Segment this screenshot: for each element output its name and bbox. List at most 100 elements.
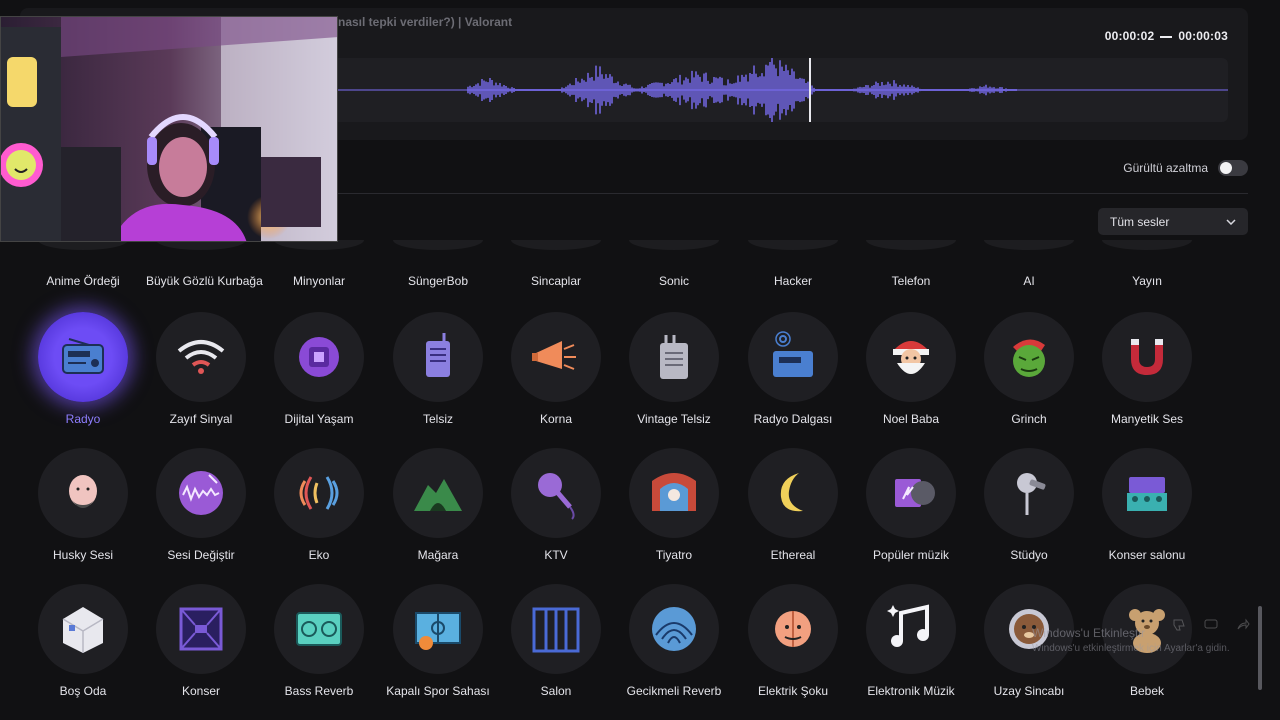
effect-tile[interactable]: Eko [260, 448, 378, 578]
effect-icon-circle [748, 448, 838, 538]
effect-icon-circle [274, 584, 364, 674]
shock-face-icon [775, 611, 811, 647]
effect-tile[interactable]: Manyetik Ses [1088, 312, 1206, 442]
effect-tile[interactable]: Radyo Dalgası [734, 312, 852, 442]
sound-filter-dropdown[interactable]: Tüm sesler [1098, 208, 1248, 235]
noise-reduction-label: Gürültü azaltma [1123, 161, 1208, 175]
effect-label: Sonic [658, 274, 690, 288]
scrolled-tile-edge[interactable] [866, 240, 956, 250]
thumbs-down-icon[interactable] [1172, 618, 1186, 632]
comment-icon[interactable] [1204, 618, 1218, 632]
effect-label: Dijital Yaşam [284, 412, 354, 426]
effect-tile[interactable]: Popüler müzik [852, 448, 970, 578]
effect-label: Sesi Değiştir [167, 548, 235, 562]
delay-reverb-icon [652, 607, 696, 651]
effect-label: Gecikmeli Reverb [626, 684, 722, 698]
effect-tile[interactable]: Elektrik Şoku [734, 584, 852, 714]
scrolled-tile-edge[interactable] [629, 240, 719, 250]
effect-tile[interactable]: Tiyatro [615, 448, 733, 578]
effect-label: Boş Oda [59, 684, 107, 698]
effect-icon-circle [393, 584, 483, 674]
effect-tile[interactable]: Boş Oda [24, 584, 142, 714]
effect-icon-circle [156, 584, 246, 674]
effect-icon-circle [156, 312, 246, 402]
share-icon[interactable] [1236, 618, 1250, 632]
effect-tile[interactable]: Noel Baba [852, 312, 970, 442]
walkie-talkie-icon [426, 333, 450, 377]
effect-tile[interactable]: Kapalı Spor Sahası [379, 584, 497, 714]
scrolled-tile-edge[interactable] [748, 240, 838, 250]
effect-icon-circle [393, 312, 483, 402]
noise-reduction-row: Gürültü azaltma [1123, 160, 1248, 176]
time-start: 00:00:02 [1104, 29, 1155, 43]
effect-icon-circle [511, 312, 601, 402]
noise-reduction-toggle[interactable] [1218, 160, 1248, 176]
effect-tile[interactable]: Radyo [24, 312, 142, 442]
effect-label: Bebek [1129, 684, 1165, 698]
effect-label: Yayın [1132, 274, 1162, 288]
scrolled-tile-edge[interactable] [393, 240, 483, 250]
effect-label: Elektrik Şoku [757, 684, 829, 698]
effect-icon-circle [511, 448, 601, 538]
effect-tile[interactable]: Konser salonu [1088, 448, 1206, 578]
effect-label: Hacker [773, 274, 812, 288]
effect-label: Zayıf Sinyal [169, 412, 233, 426]
effect-tile[interactable]: Zayıf Sinyal [142, 312, 260, 442]
grid-scrollbar[interactable] [1258, 606, 1262, 690]
effect-label: Anime Ördeği [46, 274, 120, 288]
effect-icon-circle [1102, 312, 1192, 402]
effect-icon-circle [984, 448, 1074, 538]
effect-tile[interactable]: Telsiz [379, 312, 497, 442]
concert-hall-icon [1127, 477, 1167, 511]
effect-tile[interactable]: Gecikmeli Reverb [615, 584, 733, 714]
effect-label: Grinch [1011, 412, 1047, 426]
scrolled-tile-edge[interactable] [984, 240, 1074, 250]
effect-tile[interactable]: Sesi Değiştir [142, 448, 260, 578]
activation-watermark-subtitle: Windows'u etkinleştirmek için Ayarlar'a … [1032, 643, 1230, 654]
effect-label: Bass Reverb [284, 684, 354, 698]
effect-tile[interactable]: Stüdyo [970, 448, 1088, 578]
effect-tile[interactable]: Konser [142, 584, 260, 714]
effect-tile[interactable]: Dijital Yaşam [260, 312, 378, 442]
effect-icon-circle [866, 448, 956, 538]
timecode: 00:00:02 00:00:03 [1105, 29, 1228, 43]
effect-label: Minyonlar [292, 274, 346, 288]
effect-tile[interactable]: Elektronik Müzik [852, 584, 970, 714]
effect-label: Radyo [65, 412, 101, 426]
effect-tile[interactable]: KTV [497, 448, 615, 578]
effect-icon-circle [156, 448, 246, 538]
effect-tile[interactable]: Vintage Telsiz [615, 312, 733, 442]
santa-icon [893, 341, 929, 374]
effect-label: Eko [308, 548, 330, 562]
effect-icon-circle [866, 312, 956, 402]
effect-tile[interactable]: Bass Reverb [260, 584, 378, 714]
effect-label: SüngerBob [407, 274, 469, 288]
effect-label: Vintage Telsiz [637, 412, 711, 426]
effect-label: AI [1023, 274, 1035, 288]
effect-tile[interactable]: Ethereal [734, 448, 852, 578]
bald-man-icon [69, 475, 97, 508]
magnet-icon [1131, 339, 1163, 375]
floating-toolbar [1172, 618, 1250, 632]
moon-icon [780, 473, 803, 512]
scrolled-tile-edge[interactable] [1102, 240, 1192, 250]
effect-tile[interactable]: Husky Sesi [24, 448, 142, 578]
scrolled-tile-edge[interactable] [511, 240, 601, 250]
effect-tile[interactable]: Salon [497, 584, 615, 714]
hall-icon [532, 607, 580, 653]
concert-stage-icon [179, 607, 223, 651]
effect-label: Büyük Gözlü Kurbağa [146, 274, 263, 288]
effect-tile[interactable]: Grinch [970, 312, 1088, 442]
effect-icon-circle [38, 584, 128, 674]
magic-wave-icon [179, 471, 223, 515]
effect-tile[interactable]: Korna [497, 312, 615, 442]
studio-mic-icon [1017, 473, 1046, 515]
effect-label: Radyo Dalgası [753, 412, 833, 426]
effect-icon-circle [511, 584, 601, 674]
effect-label: Uzay Sincabı [993, 684, 1065, 698]
effect-label: Manyetik Ses [1110, 412, 1184, 426]
effect-label: KTV [544, 548, 568, 562]
echo-icon [299, 476, 339, 510]
effect-tile[interactable]: Mağara [379, 448, 497, 578]
effect-icon-circle [748, 312, 838, 402]
